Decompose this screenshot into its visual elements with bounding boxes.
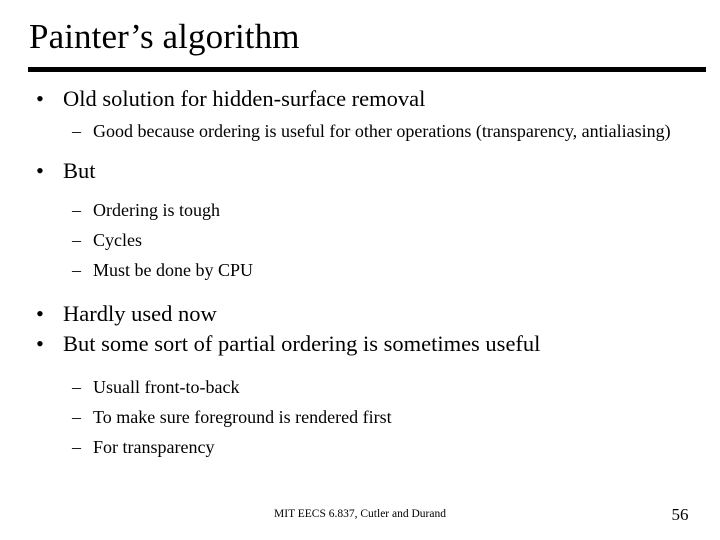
bullet-marker-icon: • [36, 86, 44, 111]
bullet-text: Usuall front-to-back [93, 377, 240, 397]
slide-footer: MIT EECS 6.837, Cutler and Durand [274, 508, 446, 520]
dash-marker-icon: – [72, 200, 81, 220]
bullet-text: Old solution for hidden-surface removal [63, 86, 426, 111]
bullet-text: Good because ordering is useful for othe… [93, 121, 671, 141]
bullet-item-level2: – To make sure foreground is rendered fi… [0, 405, 720, 430]
dash-marker-icon: – [72, 260, 81, 280]
page-title: Painter’s algorithm [29, 17, 300, 56]
bullet-text: Ordering is tough [93, 200, 220, 220]
bullet-marker-icon: • [36, 301, 44, 326]
slide: Painter’s algorithm • Old solution for h… [0, 0, 720, 540]
bullet-item-level2: – Good because ordering is useful for ot… [0, 119, 720, 144]
bullet-text: Cycles [93, 230, 142, 250]
bullet-text: Hardly used now [63, 301, 217, 326]
dash-marker-icon: – [72, 437, 81, 457]
title-divider [28, 67, 706, 72]
bullet-text: But some sort of partial ordering is som… [63, 331, 541, 356]
bullet-text: But [63, 158, 96, 183]
bullet-item-level2: – Ordering is tough [0, 198, 720, 223]
bullet-marker-icon: • [36, 331, 44, 356]
bullet-item-level2: – Must be done by CPU [0, 258, 720, 283]
bullet-item-level2: – Usuall front-to-back [0, 375, 720, 400]
bullet-item-level2: – For transparency [0, 435, 720, 460]
bullet-item-level1: • Hardly used now [0, 299, 720, 329]
bullet-item-level2: – Cycles [0, 228, 720, 253]
bullet-item-level1: • Old solution for hidden-surface remova… [0, 84, 720, 114]
bullet-marker-icon: • [36, 158, 44, 183]
page-number: 56 [671, 505, 689, 524]
dash-marker-icon: – [72, 407, 81, 427]
bullet-text: For transparency [93, 437, 215, 457]
dash-marker-icon: – [72, 377, 81, 397]
bullet-item-level1: • But [0, 156, 720, 186]
slide-body: • Old solution for hidden-surface remova… [0, 84, 720, 460]
bullet-text: Must be done by CPU [93, 260, 254, 280]
bullet-text: To make sure foreground is rendered firs… [93, 407, 392, 427]
dash-marker-icon: – [72, 121, 81, 141]
dash-marker-icon: – [72, 230, 81, 250]
bullet-item-level1: • But some sort of partial ordering is s… [0, 329, 720, 359]
